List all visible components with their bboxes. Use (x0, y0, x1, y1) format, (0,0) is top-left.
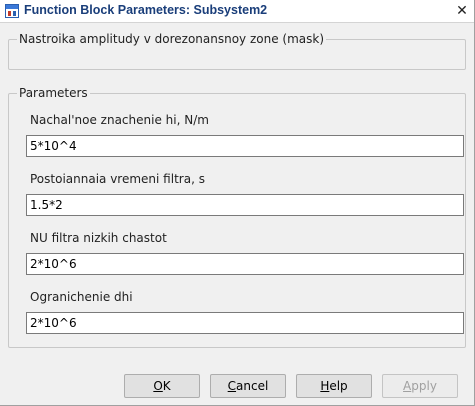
title-bar[interactable]: Function Block Parameters: Subsystem2 ✕ (0, 0, 474, 23)
function-block-parameters-dialog: Function Block Parameters: Subsystem2 ✕ … (0, 0, 475, 406)
help-button[interactable]: Help (296, 374, 372, 398)
param-input-filter-time-constant[interactable] (26, 194, 464, 216)
param-label-dhi-limit: Ogranichenie dhi (30, 290, 133, 304)
param-input-dhi-limit[interactable] (26, 312, 464, 334)
cancel-mnemonic: C (227, 379, 237, 393)
help-mnemonic: H (320, 379, 330, 393)
mask-description-group: Nastroika amplitudy v dorezonansnoy zone… (8, 32, 466, 70)
close-icon[interactable]: ✕ (454, 3, 470, 19)
help-label-rest: elp (329, 379, 348, 393)
apply-button[interactable]: Apply (382, 374, 458, 398)
ok-mnemonic: O (153, 379, 163, 393)
cancel-button[interactable]: Cancel (210, 374, 286, 398)
apply-label-rest: pply (411, 379, 437, 393)
window-title: Function Block Parameters: Subsystem2 (24, 3, 268, 17)
ok-button[interactable]: OK (124, 374, 200, 398)
mask-description-legend: Nastroika amplitudy v dorezonansnoy zone… (19, 32, 325, 46)
param-label-filter-time-constant: Postoiannaia vremeni filtra, s (30, 172, 205, 186)
param-input-lowpass-initial-condition[interactable] (26, 253, 464, 275)
simulink-block-icon (5, 4, 19, 18)
cancel-label-rest: ancel (236, 379, 269, 393)
param-input-initial-hi[interactable] (26, 135, 464, 157)
param-label-initial-hi: Nachal'noe znachenie hi, N/m (30, 113, 209, 127)
ok-label-rest: K (162, 379, 171, 393)
param-label-lowpass-initial-condition: NU filtra nizkih chastot (30, 231, 167, 245)
parameters-legend: Parameters (19, 86, 88, 100)
